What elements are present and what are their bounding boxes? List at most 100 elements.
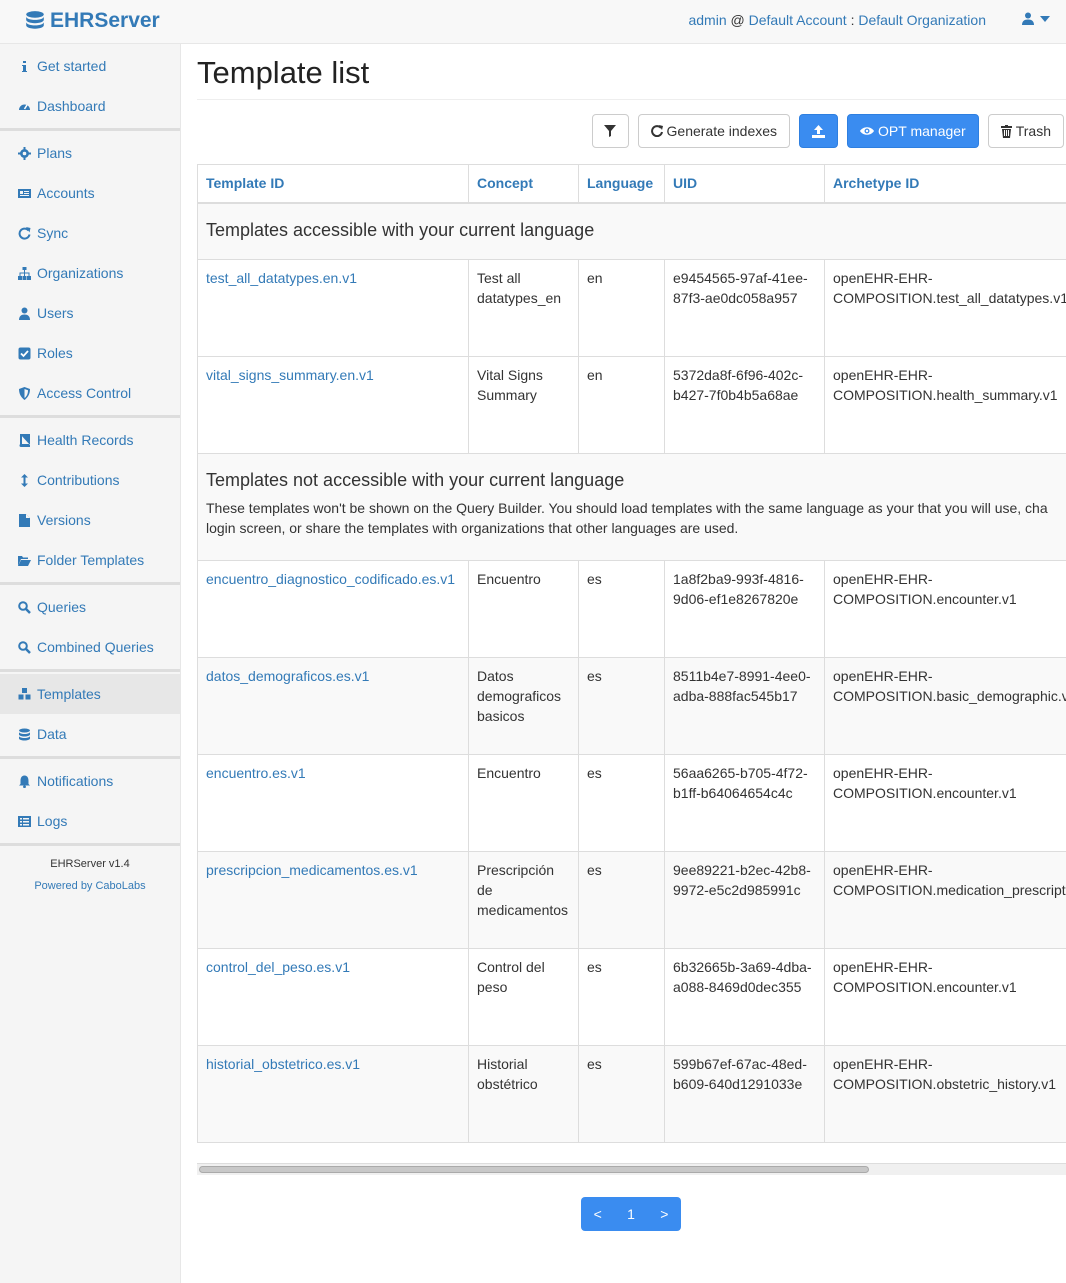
sidebar-item-plans[interactable]: Plans (0, 133, 180, 173)
table-row[interactable]: historial_obstetrico.es.v1 Historial obst… (197, 1045, 1066, 1143)
column-header-concept[interactable]: Concept (468, 164, 579, 204)
caret-down-icon (1040, 15, 1050, 22)
sidebar-item-combined-queries[interactable]: Combined Queries (0, 627, 180, 667)
sidebar-item-label: Notifications (37, 773, 114, 789)
table-row[interactable]: encuentro_diagnostico_codificado.es.v1 En… (197, 560, 1066, 658)
refresh-icon (650, 125, 663, 137)
main-content: Template list Generate indexes OPT manag… (197, 44, 1066, 1231)
sidebar-item-queries[interactable]: Queries (0, 587, 180, 627)
organization-name[interactable]: Default Organization (858, 12, 986, 28)
opt-manager-label: OPT manager (878, 123, 966, 139)
opt-manager-button[interactable]: OPT manager (847, 114, 979, 148)
sidebar-item-dashboard[interactable]: Dashboard (0, 86, 180, 126)
sidebar-group: Queries Combined Queries (0, 585, 180, 672)
sidebar-item-notifications[interactable]: Notifications (0, 761, 180, 801)
cell-concept: Historial obstétrico (468, 1045, 579, 1143)
brand-logo[interactable]: EHRServer (24, 8, 160, 34)
upload-button[interactable] (799, 114, 839, 148)
templates-table-wrapper[interactable]: Template ID Concept Language UID Archety… (197, 164, 1066, 1143)
sidebar-item-contributions[interactable]: Contributions (0, 460, 180, 500)
colon-sep: : (850, 12, 855, 28)
cell-archetype-id: openEHR-EHR-COMPOSITION.medication_presc… (824, 851, 1066, 949)
sidebar-item-label: Logs (37, 813, 68, 829)
generate-indexes-label: Generate indexes (666, 123, 778, 139)
page-1-button[interactable]: 1 (614, 1197, 647, 1231)
section-note-line: These templates won't be shown on the Qu… (206, 500, 1048, 516)
scrollbar-thumb[interactable] (199, 1166, 869, 1173)
template-link[interactable]: vital_signs_summary.en.v1 (206, 367, 374, 383)
powered-by-link[interactable]: Powered by CaboLabs (0, 880, 180, 892)
page-title: Template list (197, 44, 1066, 100)
column-header-template-id[interactable]: Template ID (197, 164, 469, 204)
sidebar-item-templates[interactable]: Templates (0, 674, 180, 714)
horizontal-scrollbar[interactable] (197, 1163, 1066, 1175)
cell-language: es (578, 851, 665, 949)
username[interactable]: admin (688, 12, 726, 28)
column-header-uid[interactable]: UID (664, 164, 825, 204)
cell-template-id: test_all_datatypes.en.v1 (197, 259, 469, 357)
sidebar-item-label: Roles (37, 345, 73, 361)
table-row[interactable]: datos_demograficos.es.v1 Datos demografic… (197, 657, 1066, 755)
bell-icon (19, 775, 30, 788)
search-icon (18, 600, 31, 614)
user-context[interactable]: admin @ Default Account : Default Organi… (688, 12, 986, 28)
table-row[interactable]: encuentro.es.v1 Encuentro es 56aa6265-b705-… (197, 754, 1066, 852)
sidebar-item-label: Organizations (37, 265, 124, 281)
prev-page-button[interactable]: < (581, 1197, 614, 1231)
table-row[interactable]: test_all_datatypes.en.v1 Test all datatyp… (197, 259, 1066, 357)
sidebar-group: Get started Dashboard (0, 44, 180, 131)
cell-language: es (578, 754, 665, 852)
book-icon (19, 433, 30, 447)
sidebar-item-users[interactable]: Users (0, 293, 180, 333)
table-row[interactable]: vital_signs_summary.en.v1 Vital Signs Sum… (197, 356, 1066, 454)
cell-language: en (578, 259, 665, 357)
template-link[interactable]: control_del_peso.es.v1 (206, 959, 350, 975)
sidebar-item-label: Access Control (37, 385, 132, 401)
sidebar-item-roles[interactable]: Roles (0, 333, 180, 373)
sidebar-item-sync[interactable]: Sync (0, 213, 180, 253)
template-link[interactable]: prescripcion_medicamentos.es.v1 (206, 862, 418, 878)
generate-indexes-button[interactable]: Generate indexes (637, 114, 791, 148)
cell-uid: 6b32665b-3a69-4dba-a088-8469d0dec355 (664, 948, 825, 1046)
trash-button[interactable]: Trash (987, 114, 1064, 148)
table-row[interactable]: control_del_peso.es.v1 Control del peso es… (197, 948, 1066, 1046)
account-name[interactable]: Default Account (749, 12, 847, 28)
sidebar-item-data[interactable]: Data (0, 714, 180, 754)
sidebar-item-versions[interactable]: Versions (0, 500, 180, 540)
sitemap-icon (18, 266, 31, 280)
arrows-vertical-icon (21, 473, 28, 487)
sidebar-item-access-control[interactable]: Access Control (0, 373, 180, 413)
column-header-archetype-id[interactable]: Archetype ID (824, 164, 1066, 204)
template-link[interactable]: test_all_datatypes.en.v1 (206, 270, 357, 286)
sidebar-item-label: Users (37, 305, 74, 321)
user-menu-toggle[interactable] (1022, 12, 1050, 25)
template-link[interactable]: encuentro_diagnostico_codificado.es.v1 (206, 571, 455, 587)
version-text: EHRServer v1.4 (50, 858, 130, 870)
filter-button[interactable] (591, 114, 629, 148)
sidebar-group: Plans Accounts Sync Organizations Users Roles… (0, 131, 180, 418)
eye-icon (860, 127, 875, 135)
template-link[interactable]: historial_obstetrico.es.v1 (206, 1056, 360, 1072)
sidebar-item-logs[interactable]: Logs (0, 801, 180, 841)
sidebar-item-accounts[interactable]: Accounts (0, 173, 180, 213)
cell-language: en (578, 356, 665, 454)
next-page-button[interactable]: > (648, 1197, 681, 1231)
sidebar: Get started Dashboard Plans Accounts Sync Org… (0, 44, 181, 1283)
pagination: < 1 > (581, 1197, 681, 1231)
template-link[interactable]: datos_demograficos.es.v1 (206, 668, 369, 684)
table-row[interactable]: prescripcion_medicamentos.es.v1 Prescripc… (197, 851, 1066, 949)
cell-language: es (578, 560, 665, 658)
sidebar-item-organizations[interactable]: Organizations (0, 253, 180, 293)
column-header-language[interactable]: Language (578, 164, 665, 204)
sidebar-item-label: Data (37, 726, 67, 742)
cell-archetype-id: openEHR-EHR-COMPOSITION.encounter.v1 (824, 754, 1066, 852)
cell-archetype-id: openEHR-EHR-COMPOSITION.obstetric_histor… (824, 1045, 1066, 1143)
sidebar-item-folder-templates[interactable]: Folder Templates (0, 540, 180, 580)
section-note: These templates won't be shown on the Qu… (206, 498, 1066, 538)
sidebar-item-label: Queries (37, 599, 87, 615)
template-link[interactable]: encuentro.es.v1 (206, 765, 306, 781)
sidebar-item-get-started[interactable]: Get started (0, 46, 180, 86)
sidebar-item-label: Accounts (37, 185, 95, 201)
cell-language: es (578, 1045, 665, 1143)
sidebar-item-health-records[interactable]: Health Records (0, 420, 180, 460)
